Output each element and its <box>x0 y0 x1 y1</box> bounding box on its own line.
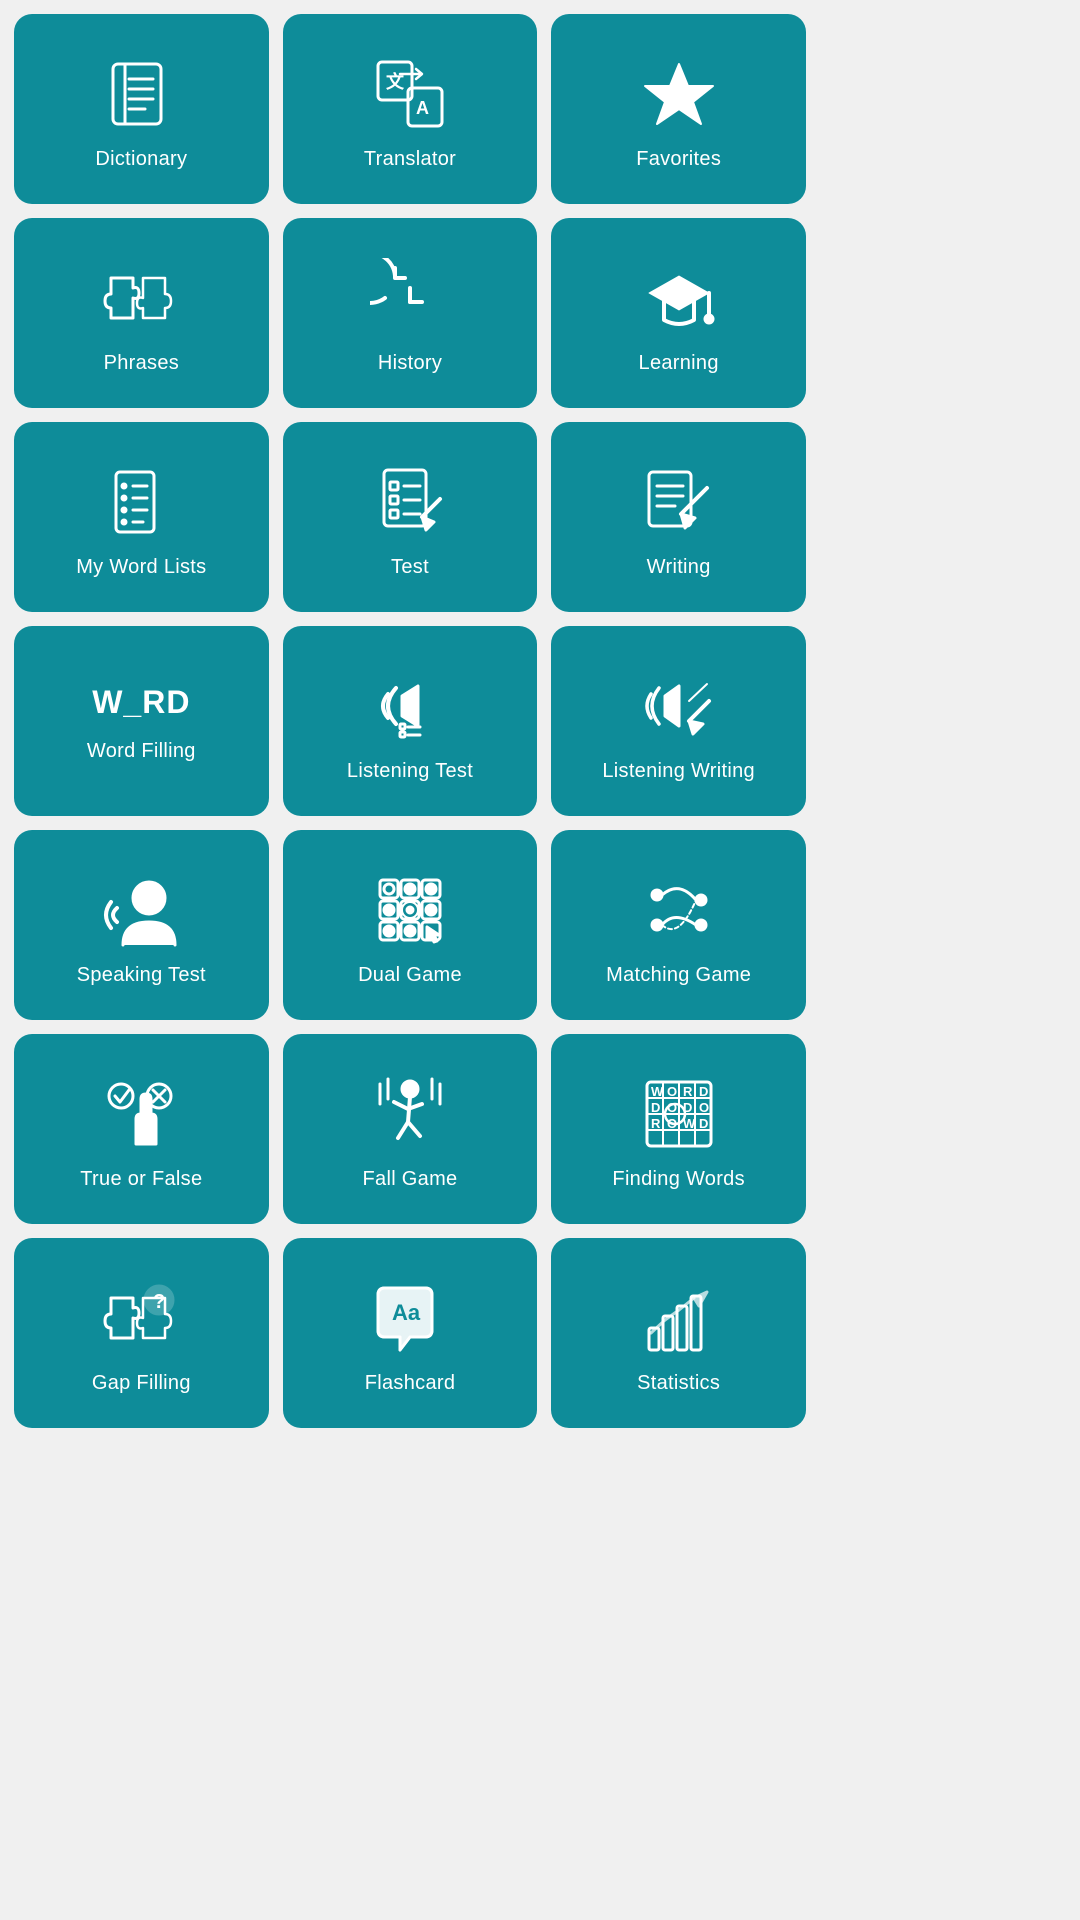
matching-game-icon <box>639 870 719 950</box>
test-icon <box>370 462 450 542</box>
my-word-lists-icon <box>101 462 181 542</box>
svg-text:?: ? <box>153 1291 165 1313</box>
card-fall-game[interactable]: Fall Game <box>283 1034 538 1224</box>
history-icon <box>370 258 450 338</box>
flashcard-label: Flashcard <box>365 1372 456 1395</box>
card-gap-filling[interactable]: ? Gap Filling <box>14 1238 269 1428</box>
card-history[interactable]: History <box>283 218 538 408</box>
finding-words-icon: W O R D D O D O R O W D <box>639 1074 719 1154</box>
svg-text:R: R <box>651 1116 661 1131</box>
word-filling-icon: W_RD <box>92 686 190 726</box>
true-or-false-icon <box>101 1074 181 1154</box>
flashcard-icon: Aa <box>370 1278 450 1358</box>
test-label: Test <box>391 556 429 579</box>
card-writing[interactable]: Writing <box>551 422 806 612</box>
svg-text:A: A <box>416 98 429 118</box>
svg-text:Aa: Aa <box>392 1300 421 1325</box>
card-dictionary[interactable]: Dictionary <box>14 14 269 204</box>
card-test[interactable]: Test <box>283 422 538 612</box>
my-word-lists-label: My Word Lists <box>76 556 206 579</box>
card-finding-words[interactable]: W O R D D O D O R O W D Finding Words <box>551 1034 806 1224</box>
statistics-label: Statistics <box>637 1372 720 1395</box>
listening-test-icon <box>370 666 450 746</box>
true-or-false-label: True or False <box>80 1168 202 1191</box>
phrases-label: Phrases <box>104 352 179 375</box>
dictionary-label: Dictionary <box>95 148 187 171</box>
word-filling-label: Word Filling <box>87 740 196 763</box>
finding-words-label: Finding Words <box>612 1168 744 1191</box>
card-word-filling[interactable]: W_RD Word Filling <box>14 626 269 816</box>
card-speaking-test[interactable]: Speaking Test <box>14 830 269 1020</box>
card-learning[interactable]: Learning <box>551 218 806 408</box>
svg-text:W: W <box>651 1084 664 1099</box>
fall-game-icon <box>370 1074 450 1154</box>
history-label: History <box>378 352 442 375</box>
card-flashcard[interactable]: Aa Flashcard <box>283 1238 538 1428</box>
card-dual-game[interactable]: Dual Game <box>283 830 538 1020</box>
dual-game-label: Dual Game <box>358 964 462 987</box>
learning-label: Learning <box>639 352 719 375</box>
card-my-word-lists[interactable]: My Word Lists <box>14 422 269 612</box>
listening-writing-icon <box>639 666 719 746</box>
translator-icon: 文 A <box>370 54 450 134</box>
statistics-icon <box>639 1278 719 1358</box>
svg-text:D: D <box>651 1100 660 1115</box>
svg-text:D: D <box>699 1084 708 1099</box>
listening-test-label: Listening Test <box>347 760 473 783</box>
gap-filling-label: Gap Filling <box>92 1372 191 1395</box>
favorites-icon <box>639 54 719 134</box>
card-matching-game[interactable]: Matching Game <box>551 830 806 1020</box>
writing-label: Writing <box>647 556 711 579</box>
card-listening-writing[interactable]: Listening Writing <box>551 626 806 816</box>
translator-label: Translator <box>364 148 456 171</box>
card-listening-test[interactable]: Listening Test <box>283 626 538 816</box>
fall-game-label: Fall Game <box>363 1168 458 1191</box>
gap-filling-icon: ? <box>101 1278 181 1358</box>
matching-game-label: Matching Game <box>606 964 751 987</box>
card-true-or-false[interactable]: True or False <box>14 1034 269 1224</box>
favorites-label: Favorites <box>636 148 721 171</box>
phrases-icon <box>101 258 181 338</box>
app-grid: Dictionary 文 A Translator Favorites <box>0 0 820 1442</box>
card-favorites[interactable]: Favorites <box>551 14 806 204</box>
dual-game-icon <box>370 870 450 950</box>
speaking-icon <box>101 870 181 950</box>
listening-writing-label: Listening Writing <box>602 760 755 783</box>
speaking-test-label: Speaking Test <box>77 964 206 987</box>
card-statistics[interactable]: Statistics <box>551 1238 806 1428</box>
svg-text:R: R <box>683 1084 693 1099</box>
writing-icon <box>639 462 719 542</box>
card-phrases[interactable]: Phrases <box>14 218 269 408</box>
card-translator[interactable]: 文 A Translator <box>283 14 538 204</box>
dictionary-icon <box>101 54 181 134</box>
svg-text:O: O <box>699 1100 709 1115</box>
learning-icon <box>639 258 719 338</box>
svg-text:D: D <box>699 1116 708 1131</box>
svg-text:O: O <box>667 1084 677 1099</box>
